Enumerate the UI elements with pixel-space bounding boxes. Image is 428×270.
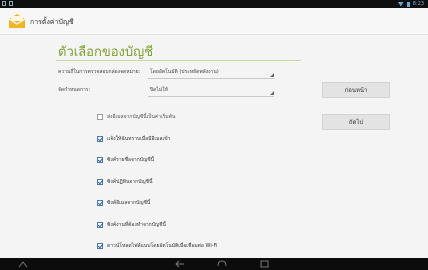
option-label: แจ้งให้ฉันทราบเมื่อมีอีเมลเข้า xyxy=(107,136,171,142)
option-notify-email[interactable]: แจ้งให้ฉันทราบเมื่อมีอีเมลเข้า xyxy=(97,135,170,143)
checkbox[interactable] xyxy=(97,157,103,163)
page-title: ตัวเลือกของบัญชี xyxy=(58,45,154,60)
option-sync-contacts[interactable]: ซิงค์รายชื่อจากบัญชีนี้ xyxy=(97,156,154,164)
dropdown-underline xyxy=(148,96,274,97)
checkbox[interactable] xyxy=(97,222,103,228)
option-label: ดาวน์โหลดไฟล์แนบโดยอัตโนมัติเมื่อเชื่อมต… xyxy=(107,243,218,249)
up-chevron-icon[interactable] xyxy=(18,260,28,268)
check-frequency-value[interactable]: โดยอัตโนมัติ (ประหยัดพลังงาน) xyxy=(150,68,219,76)
option-sync-tasks[interactable]: ซิงค์งานที่ต้องทำจากบัญชีนี้ xyxy=(97,221,166,229)
email-settings-icon[interactable] xyxy=(8,13,26,29)
option-sync-calendar[interactable]: ซิงค์ปฏิทินจากบัญชีนี้ xyxy=(97,178,152,186)
notification-icons xyxy=(2,1,13,6)
check-frequency-label: ความถี่ในการตรวจสอบกล่องจดหมาย: xyxy=(58,69,141,75)
system-icons: 8:23 xyxy=(397,1,424,7)
wifi-icon xyxy=(397,1,404,7)
dropdown-arrow-icon[interactable] xyxy=(270,91,274,95)
battery-icon xyxy=(406,1,410,7)
dropdown-arrow-icon[interactable] xyxy=(270,73,274,77)
option-label: ซิงค์ปฏิทินจากบัญชีนี้ xyxy=(107,179,153,185)
clock: 8:23 xyxy=(412,1,424,7)
notification-icon xyxy=(2,1,6,6)
sync-schedule-value[interactable]: ปิดไม่ให้ xyxy=(150,86,168,94)
sync-schedule-label: จัดกำหนดการ: xyxy=(58,87,91,93)
checkbox[interactable] xyxy=(97,114,103,120)
option-label: ซิงค์งานที่ต้องทำจากบัญชีนี้ xyxy=(107,222,166,228)
navigation-bar xyxy=(0,258,428,270)
checkbox[interactable] xyxy=(97,179,103,185)
title-divider xyxy=(56,60,301,61)
screenshot-icon xyxy=(9,1,13,6)
previous-button[interactable]: ก่อนหน้า xyxy=(322,82,390,98)
dropdown-underline xyxy=(148,78,274,79)
option-sync-email[interactable]: ซิงค์อีเมลจากบัญชีนี้ xyxy=(97,199,150,207)
option-label: ซิงค์รายชื่อจากบัญชีนี้ xyxy=(107,157,155,163)
next-button[interactable]: ถัดไป xyxy=(322,114,390,130)
checkbox[interactable] xyxy=(97,136,103,142)
back-arrow-icon[interactable] xyxy=(174,260,186,268)
action-bar-title: การตั้งค่าบัญชี xyxy=(30,18,74,26)
home-icon[interactable] xyxy=(216,260,228,268)
recent-apps-icon[interactable] xyxy=(260,260,270,268)
checkbox[interactable] xyxy=(97,200,103,206)
option-default-account[interactable]: ส่งอีเมลจากบัญชีนี้เป็นค่าเริ่มต้น xyxy=(97,113,175,121)
action-bar: การตั้งค่าบัญชี xyxy=(0,8,428,35)
option-auto-download-wifi[interactable]: ดาวน์โหลดไฟล์แนบโดยอัตโนมัติเมื่อเชื่อมต… xyxy=(97,242,217,250)
option-label: ซิงค์อีเมลจากบัญชีนี้ xyxy=(107,200,151,206)
checkbox[interactable] xyxy=(97,243,103,249)
option-label: ส่งอีเมลจากบัญชีนี้เป็นค่าเริ่มต้น xyxy=(107,114,176,120)
status-bar: 8:23 xyxy=(0,0,428,8)
